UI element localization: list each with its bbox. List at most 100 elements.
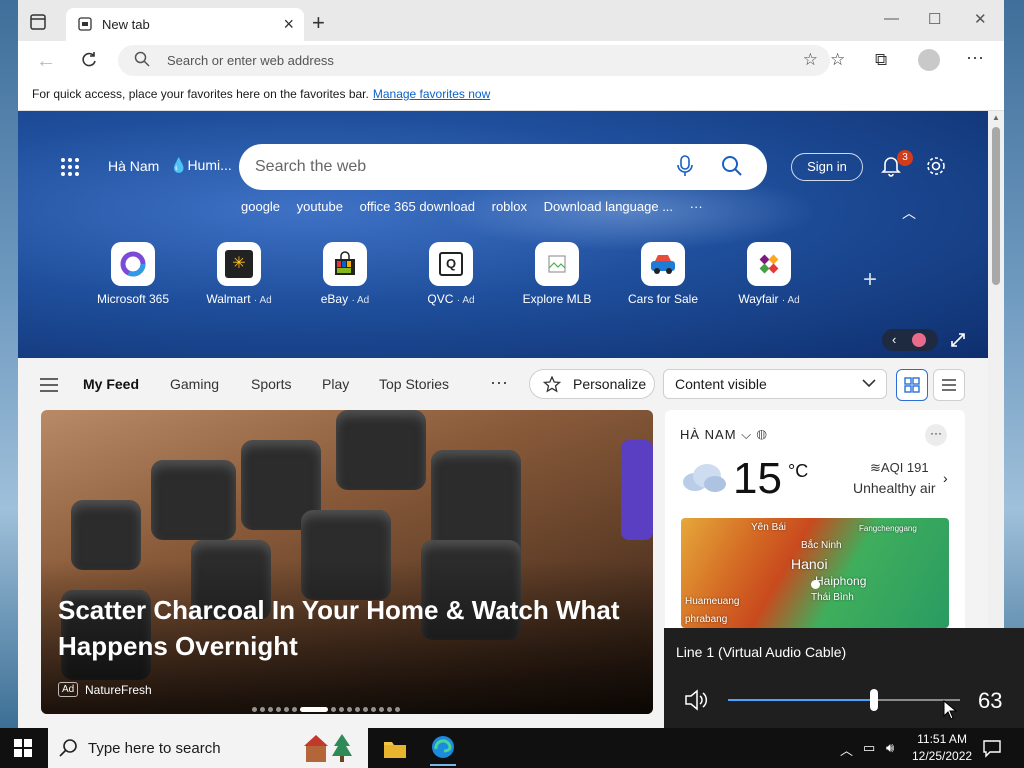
tab-top-stories[interactable]: Top Stories (379, 376, 449, 392)
tab-bar: New tab × + — ☐ ✕ (18, 0, 1004, 41)
notification-badge: 3 (897, 150, 913, 166)
weather-map[interactable]: Yên Bái Fangchenggang Bắc Ninh Hanoi Hai… (681, 518, 949, 628)
tile-explore-mlb[interactable]: Explore MLB (497, 242, 617, 306)
carousel-dots (252, 701, 403, 713)
quick-search-item[interactable]: youtube (297, 199, 343, 214)
weather-location[interactable]: HÀ NAM ⌵ ◍ (680, 427, 768, 443)
article-source: NatureFresh (85, 683, 152, 697)
maximize-button[interactable]: ☐ (928, 10, 941, 28)
favorites-bar: For quick access, place your favorites h… (18, 80, 1004, 111)
minimize-button[interactable]: — (884, 10, 899, 27)
sign-in-button[interactable]: Sign in (791, 153, 863, 181)
personalize-button[interactable]: Personalize (529, 369, 655, 399)
feed-menu-icon[interactable] (40, 378, 58, 392)
tile-wayfair[interactable]: Wayfair · Ad (709, 242, 829, 306)
location-label[interactable]: Hà Nam (108, 158, 159, 174)
personalize-icon (543, 376, 561, 393)
aqi-icon: ≋ (870, 460, 881, 475)
temperature-unit: °C (788, 461, 809, 481)
tab-gaming[interactable]: Gaming (170, 376, 219, 392)
ebay-icon (323, 242, 367, 286)
quick-search-item[interactable]: Download language ... (544, 199, 673, 214)
weather-chip[interactable]: 💧Humi... (170, 157, 232, 174)
web-search-box[interactable]: Search the web (239, 144, 767, 190)
clock-date: 12/25/2022 (912, 749, 973, 763)
map-label: Thái Bình (811, 592, 854, 603)
browser-window: New tab × + — ☐ ✕ ← Search or enter web … (18, 0, 1004, 728)
quick-search-item[interactable]: google (241, 199, 280, 214)
tile-label: Walmart · Ad (206, 292, 272, 306)
quick-searches: google youtube office 365 download roblo… (241, 199, 716, 214)
chevron-down-icon: ⌵ (741, 427, 753, 442)
taskbar-search-placeholder: Type here to search (88, 740, 221, 757)
tab-close-icon[interactable]: × (283, 14, 294, 35)
weather-more-button[interactable]: ··· (925, 424, 947, 446)
background-thumb-icon (912, 333, 926, 347)
tile-ebay[interactable]: eBay · Ad (285, 242, 405, 306)
manage-favorites-link[interactable]: Manage favorites now (373, 87, 490, 101)
collections-icon[interactable]: ⧉ (875, 50, 887, 70)
notification-center-icon[interactable] (982, 738, 1002, 758)
add-site-plus-icon[interactable]: + (863, 266, 877, 294)
carousel-dot[interactable] (300, 707, 328, 713)
tab-sports[interactable]: Sports (251, 376, 291, 392)
volume-slider[interactable] (728, 689, 960, 711)
tab-new-tab[interactable]: New tab × (66, 8, 304, 41)
web-search-placeholder: Search the web (255, 158, 367, 175)
hero-article-title[interactable]: Scatter Charcoal In Your Home & Watch Wh… (58, 592, 648, 664)
list-view-button[interactable] (933, 369, 965, 401)
system-clock[interactable]: 11:51 AM 12/25/2022 (912, 731, 972, 765)
taskbar-search-box[interactable]: Type here to search (48, 728, 368, 768)
address-bar[interactable]: Search or enter web address ☆ (118, 45, 830, 76)
hero-background: Hà Nam 💧Humi... Search the web Sign in 3… (18, 111, 988, 358)
chevron-down-icon (862, 379, 876, 388)
quick-search-item[interactable]: roblox (492, 199, 527, 214)
map-pin-icon (811, 580, 820, 589)
network-icon[interactable]: ▭ (863, 740, 875, 756)
tile-cars-for-sale[interactable]: Cars for Sale (603, 242, 723, 306)
taskbar: Type here to search ︿ ▭ 🔊︎ 11:51 AM 12/2… (0, 728, 1024, 768)
more-quick-searches-icon[interactable]: ··· (690, 199, 703, 214)
windows-start-icon[interactable] (14, 739, 32, 757)
map-label: Haiphong (815, 574, 867, 588)
content-visibility-select[interactable]: Content visible (663, 369, 887, 399)
quick-search-item[interactable]: office 365 download (360, 199, 475, 214)
volume-tray-icon[interactable]: 🔊︎ (886, 740, 894, 756)
close-window-button[interactable]: ✕ (974, 10, 987, 28)
add-favorite-icon[interactable]: ☆ (803, 50, 818, 70)
tile-walmart[interactable]: ✳ Walmart · Ad (179, 242, 299, 306)
volume-slider-thumb[interactable] (870, 689, 879, 711)
back-button[interactable]: ← (36, 50, 56, 73)
scrollbar-thumb[interactable] (992, 127, 1000, 285)
new-tab-button[interactable]: + (312, 10, 325, 36)
expand-icon[interactable] (950, 332, 966, 348)
tile-label: Explore MLB (522, 292, 592, 306)
chevron-right-icon[interactable]: › (943, 470, 948, 486)
chevron-left-icon[interactable]: ‹ (892, 332, 896, 347)
refresh-icon[interactable] (80, 51, 98, 69)
scroll-up-icon[interactable]: ▲ (992, 113, 1000, 122)
tile-microsoft-365[interactable]: Microsoft 365 (73, 242, 193, 306)
tab-my-feed[interactable]: My Feed (83, 376, 139, 392)
settings-gear-icon[interactable] (925, 155, 947, 177)
microphone-icon[interactable] (677, 155, 693, 177)
collapse-chevron-up-icon[interactable]: ︿ (902, 203, 916, 223)
tab-actions-icon[interactable] (28, 12, 48, 32)
tab-play[interactable]: Play (322, 376, 349, 392)
favorites-icon[interactable]: ☆ (830, 50, 845, 70)
speaker-icon[interactable] (684, 688, 710, 712)
wayfair-icon (747, 242, 791, 286)
more-menu-icon[interactable]: ··· (966, 47, 984, 68)
background-carousel-nav[interactable]: ‹ (882, 329, 938, 351)
map-label: Hanoi (791, 556, 828, 572)
web-search-icon[interactable] (721, 155, 743, 177)
profile-avatar[interactable] (918, 49, 940, 71)
show-hidden-icons-chevron-up-icon[interactable]: ︿ (840, 740, 853, 759)
hero-article-card[interactable]: Scatter Charcoal In Your Home & Watch Wh… (41, 410, 653, 714)
apps-launcher-icon[interactable] (60, 157, 80, 177)
edge-taskbar-button[interactable] (430, 734, 456, 766)
more-tabs-icon[interactable]: ··· (490, 372, 508, 393)
tile-qvc[interactable]: Q QVC · Ad (391, 242, 511, 306)
grid-view-button[interactable] (896, 369, 928, 401)
file-explorer-button[interactable] (382, 734, 408, 762)
